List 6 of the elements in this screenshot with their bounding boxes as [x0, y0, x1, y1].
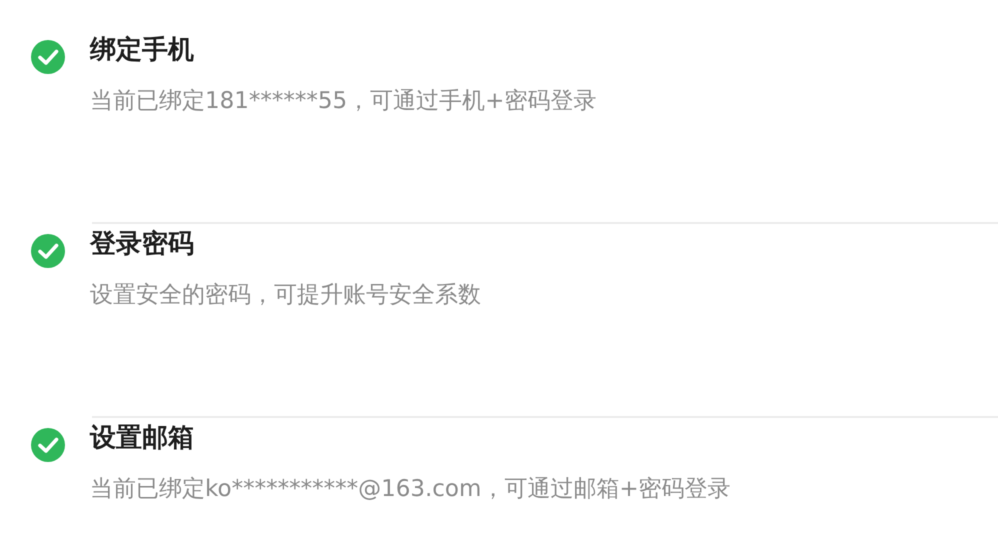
item-description: 当前已绑定181******55，可通过手机+密码登录 [90, 87, 596, 116]
item-description: 设置安全的密码，可提升账号安全系数 [90, 281, 481, 310]
item-title: 登录密码 [90, 228, 194, 261]
item-description: 当前已绑定ko***********@163.com，可通过邮箱+密码登录 [90, 475, 731, 504]
item-title: 绑定手机 [90, 34, 194, 67]
item-title: 设置邮箱 [90, 422, 194, 455]
